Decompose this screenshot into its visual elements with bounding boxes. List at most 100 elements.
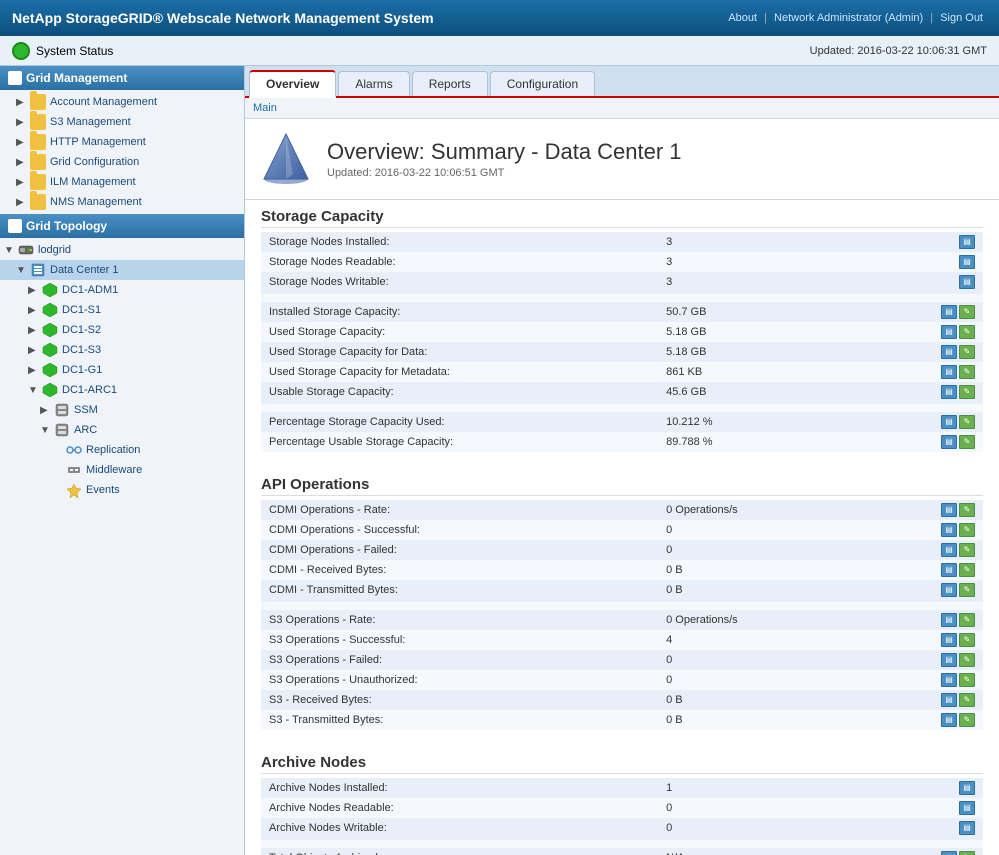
edit-button[interactable]: ✎ bbox=[959, 673, 975, 687]
row-label: Used Storage Capacity for Metadata: bbox=[261, 362, 658, 382]
row-value: 4 bbox=[658, 630, 875, 650]
chart-button[interactable]: ▤ bbox=[959, 781, 975, 795]
tab-alarms[interactable]: Alarms bbox=[338, 71, 409, 96]
edit-button[interactable]: ✎ bbox=[959, 583, 975, 597]
chart-button[interactable]: ▤ bbox=[959, 801, 975, 815]
sidebar-item-dc1-arc1[interactable]: ▼ DC1-ARC1 bbox=[0, 380, 244, 400]
tab-reports[interactable]: Reports bbox=[412, 71, 488, 96]
edit-button[interactable]: ✎ bbox=[959, 523, 975, 537]
row-label: Percentage Usable Storage Capacity: bbox=[261, 432, 658, 452]
row-actions: ▤✎ bbox=[875, 500, 983, 520]
grid-topology-header[interactable]: Grid Topology bbox=[0, 214, 244, 238]
edit-button[interactable]: ✎ bbox=[959, 503, 975, 517]
chart-button[interactable]: ▤ bbox=[941, 385, 957, 399]
chart-button[interactable]: ▤ bbox=[941, 503, 957, 517]
edit-button[interactable]: ✎ bbox=[959, 365, 975, 379]
nav-sep2: | bbox=[930, 12, 933, 24]
chart-button[interactable]: ▤ bbox=[941, 523, 957, 537]
row-label: S3 - Transmitted Bytes: bbox=[261, 710, 658, 730]
chart-button[interactable]: ▤ bbox=[941, 713, 957, 727]
sidebar-item-label: ILM Management bbox=[50, 176, 136, 188]
edit-button[interactable]: ✎ bbox=[959, 851, 975, 855]
chart-button[interactable]: ▤ bbox=[941, 851, 957, 855]
sidebar-item-dc1-s3[interactable]: ▶ DC1-S3 bbox=[0, 340, 244, 360]
chart-button[interactable]: ▤ bbox=[959, 235, 975, 249]
chart-button[interactable]: ▤ bbox=[941, 653, 957, 667]
chart-button[interactable]: ▤ bbox=[959, 255, 975, 269]
edit-button[interactable]: ✎ bbox=[959, 693, 975, 707]
chart-button[interactable]: ▤ bbox=[941, 563, 957, 577]
chart-button[interactable]: ▤ bbox=[941, 583, 957, 597]
chart-button[interactable]: ▤ bbox=[959, 821, 975, 835]
table-row: S3 Operations - Failed: 0 ▤✎ bbox=[261, 650, 983, 670]
about-link[interactable]: About bbox=[728, 12, 757, 24]
chart-button[interactable]: ▤ bbox=[941, 365, 957, 379]
row-value: 0 bbox=[658, 540, 875, 560]
edit-button[interactable]: ✎ bbox=[959, 415, 975, 429]
row-value: 0 B bbox=[658, 690, 875, 710]
edit-button[interactable]: ✎ bbox=[959, 563, 975, 577]
node-icon bbox=[42, 322, 58, 338]
edit-button[interactable]: ✎ bbox=[959, 713, 975, 727]
table-row: Percentage Storage Capacity Used: 10.212… bbox=[261, 412, 983, 432]
admin-link[interactable]: Network Administrator (Admin) bbox=[774, 12, 923, 24]
chart-button[interactable]: ▤ bbox=[941, 345, 957, 359]
row-label: Storage Nodes Readable: bbox=[261, 252, 658, 272]
breadcrumb-main[interactable]: Main bbox=[253, 102, 277, 114]
sidebar-item-lodgrid[interactable]: ▼ lodgrid bbox=[0, 240, 244, 260]
edit-button[interactable]: ✎ bbox=[959, 633, 975, 647]
sidebar-item-events[interactable]: Events bbox=[0, 480, 244, 500]
chart-button[interactable]: ▤ bbox=[941, 673, 957, 687]
edit-button[interactable]: ✎ bbox=[959, 543, 975, 557]
row-label: Used Storage Capacity: bbox=[261, 322, 658, 342]
chart-button[interactable]: ▤ bbox=[941, 415, 957, 429]
sidebar-item-replication[interactable]: Replication bbox=[0, 440, 244, 460]
sidebar-item-dc1-g1[interactable]: ▶ DC1-G1 bbox=[0, 360, 244, 380]
sidebar-item-dc1-s2[interactable]: ▶ DC1-S2 bbox=[0, 320, 244, 340]
row-value: 0 bbox=[658, 818, 875, 840]
row-label: CDMI - Transmitted Bytes: bbox=[261, 580, 658, 602]
sidebar-item-grid-configuration[interactable]: ▶ Grid Configuration bbox=[0, 152, 244, 172]
row-actions: ▤✎ bbox=[875, 432, 983, 452]
chart-button[interactable]: ▤ bbox=[941, 435, 957, 449]
sidebar-item-account-management[interactable]: ▶ Account Management bbox=[0, 92, 244, 112]
chart-button[interactable]: ▤ bbox=[941, 305, 957, 319]
sidebar-item-label: SSM bbox=[74, 404, 98, 416]
edit-button[interactable]: ✎ bbox=[959, 345, 975, 359]
sidebar-item-dc1-adm1[interactable]: ▶ DC1-ADM1 bbox=[0, 280, 244, 300]
edit-button[interactable]: ✎ bbox=[959, 385, 975, 399]
sidebar-item-dc1-s1[interactable]: ▶ DC1-S1 bbox=[0, 300, 244, 320]
sidebar-item-data-center-1[interactable]: ▼ Data Center 1 bbox=[0, 260, 244, 280]
sidebar-item-http-management[interactable]: ▶ HTTP Management bbox=[0, 132, 244, 152]
row-value: 0 bbox=[658, 798, 875, 818]
sidebar-item-arc[interactable]: ▼ ARC bbox=[0, 420, 244, 440]
edit-button[interactable]: ✎ bbox=[959, 613, 975, 627]
edit-button[interactable]: ✎ bbox=[959, 653, 975, 667]
chart-button[interactable]: ▤ bbox=[941, 693, 957, 707]
edit-button[interactable]: ✎ bbox=[959, 435, 975, 449]
table-row: CDMI Operations - Failed: 0 ▤✎ bbox=[261, 540, 983, 560]
node-icon bbox=[42, 362, 58, 378]
grid-management-header[interactable]: Grid Management bbox=[0, 66, 244, 90]
content-area: Overview Alarms Reports Configuration Ma… bbox=[245, 66, 999, 855]
sidebar-item-ssm[interactable]: ▶ SSM bbox=[0, 400, 244, 420]
chart-button[interactable]: ▤ bbox=[941, 613, 957, 627]
tab-configuration[interactable]: Configuration bbox=[490, 71, 595, 96]
edit-button[interactable]: ✎ bbox=[959, 325, 975, 339]
signout-link[interactable]: Sign Out bbox=[940, 12, 983, 24]
folder-icon bbox=[30, 194, 46, 210]
sidebar-item-nms-management[interactable]: ▶ NMS Management bbox=[0, 192, 244, 212]
expand-icon: ▼ bbox=[16, 265, 26, 276]
tab-overview[interactable]: Overview bbox=[249, 70, 336, 98]
sidebar-item-ilm-management[interactable]: ▶ ILM Management bbox=[0, 172, 244, 192]
chart-button[interactable]: ▤ bbox=[941, 633, 957, 647]
sidebar-item-s3-management[interactable]: ▶ S3 Management bbox=[0, 112, 244, 132]
chart-button[interactable]: ▤ bbox=[941, 543, 957, 557]
row-value: 0 bbox=[658, 520, 875, 540]
edit-button[interactable]: ✎ bbox=[959, 305, 975, 319]
status-updated: Updated: 2016-03-22 10:06:31 GMT bbox=[810, 45, 987, 57]
row-label: Total Objects Archived: bbox=[261, 848, 658, 855]
chart-button[interactable]: ▤ bbox=[941, 325, 957, 339]
sidebar-item-middleware[interactable]: Middleware bbox=[0, 460, 244, 480]
chart-button[interactable]: ▤ bbox=[959, 275, 975, 289]
